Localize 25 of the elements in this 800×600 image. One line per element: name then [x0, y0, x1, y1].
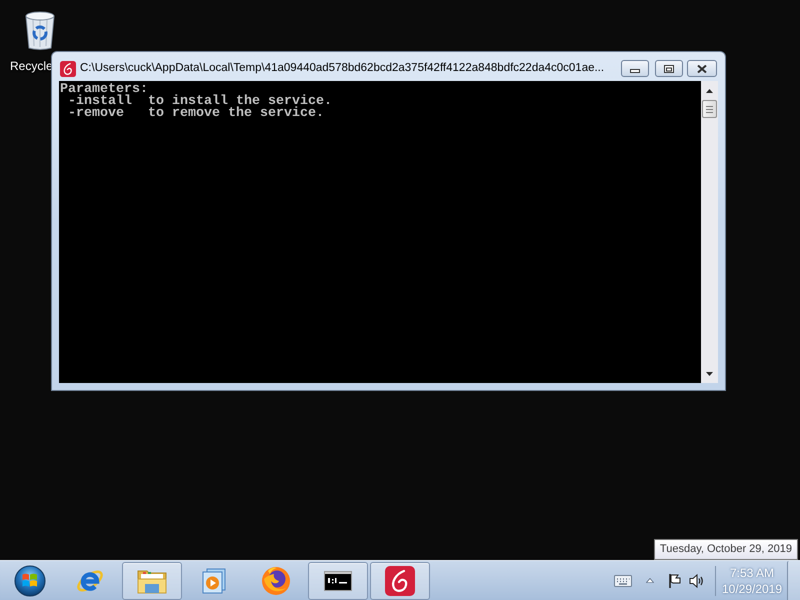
- swirl-icon: [385, 566, 415, 596]
- keyboard-icon[interactable]: [614, 574, 632, 586]
- window-title: C:\Users\cuck\AppData\Local\Temp\41a09440ad578bd62bcd2a375f42ff4122a848bdfc22da4c0c01ae...: [80, 61, 604, 76]
- date-tooltip: Tuesday, October 29, 2019: [654, 539, 798, 560]
- scrollbar-thumb[interactable]: [702, 100, 717, 118]
- up-arrow-icon[interactable]: [706, 89, 713, 93]
- desktop-icon-label[interactable]: Recycle: [10, 59, 53, 73]
- maximize-icon: [664, 64, 674, 72]
- windows-logo-icon: [14, 564, 46, 596]
- speaker-icon[interactable]: [689, 572, 705, 588]
- console-line: -remove to remove the service.: [66, 108, 324, 120]
- flag-icon[interactable]: [667, 572, 683, 588]
- close-button[interactable]: [687, 60, 717, 77]
- caret-icon[interactable]: [646, 578, 654, 583]
- down-arrow-icon[interactable]: [706, 372, 713, 376]
- maximize-button[interactable]: [655, 60, 683, 77]
- play-icon: [200, 566, 228, 594]
- minimize-icon: [630, 69, 640, 73]
- terminal-icon: [324, 570, 352, 590]
- minimize-button[interactable]: [621, 60, 649, 77]
- close-icon: [697, 64, 707, 72]
- scrollbar-track[interactable]: [701, 81, 718, 383]
- taskbar-button[interactable]: [308, 562, 368, 600]
- fox-logo-icon: [260, 564, 292, 596]
- swirl-icon: [60, 61, 76, 77]
